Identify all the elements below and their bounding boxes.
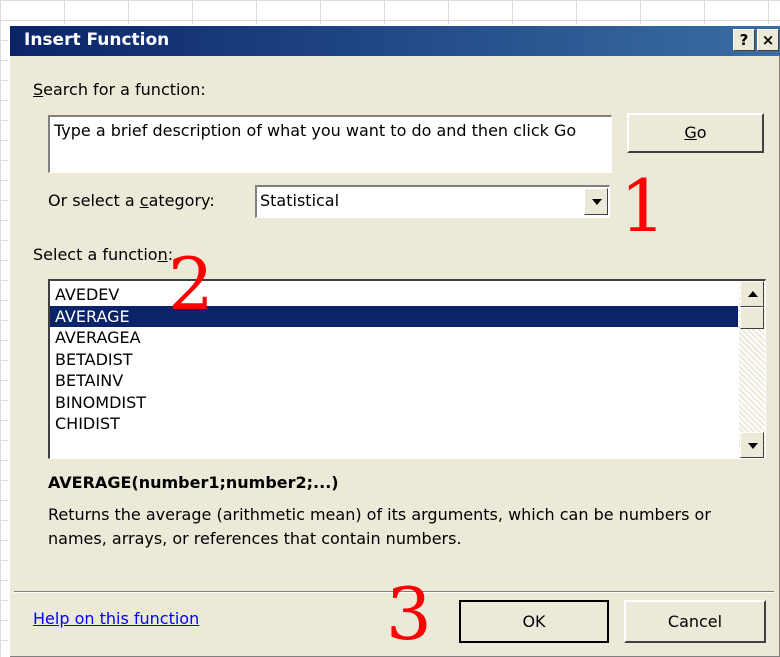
dialog-title: Insert Function (24, 30, 170, 50)
help-on-function-link[interactable]: Help on this function (33, 609, 199, 628)
function-list[interactable]: AVEDEV AVERAGE AVERAGEA BETADIST BETAINV… (48, 279, 766, 459)
function-list-items: AVEDEV AVERAGE AVERAGEA BETADIST BETAINV… (50, 284, 738, 435)
list-item[interactable]: AVEDEV (50, 284, 738, 306)
annotation-1: 1 (620, 164, 666, 248)
cancel-button[interactable]: Cancel (624, 600, 766, 643)
search-input[interactable]: Type a brief description of what you wan… (48, 115, 612, 173)
list-item[interactable]: BINOMDIST (50, 392, 738, 414)
search-label: Search for a function: (33, 80, 206, 99)
chevron-down-icon (592, 199, 602, 205)
function-list-label: Select a function: (33, 245, 174, 264)
go-button[interactable]: Go (627, 113, 764, 153)
category-value: Statistical (260, 191, 340, 210)
annotation-3: 3 (386, 572, 432, 656)
title-bar: Insert Function ? × (10, 26, 780, 56)
function-description: Returns the average (arithmetic mean) of… (48, 505, 711, 548)
close-button[interactable]: × (757, 29, 779, 51)
help-button[interactable]: ? (733, 29, 755, 51)
vertical-scrollbar[interactable] (739, 281, 765, 458)
arrow-up-icon (748, 291, 758, 297)
arrow-down-icon (748, 443, 758, 449)
list-item[interactable]: AVERAGEA (50, 327, 738, 349)
category-select[interactable]: Statistical (255, 185, 610, 218)
ok-button[interactable]: OK (459, 600, 609, 643)
list-item[interactable]: BETAINV (50, 370, 738, 392)
scroll-down-button[interactable] (740, 432, 764, 458)
list-item[interactable]: CHIDIST (50, 413, 738, 435)
annotation-2: 2 (168, 242, 214, 326)
list-item-selected[interactable]: AVERAGE (50, 305, 738, 327)
scroll-thumb[interactable] (740, 307, 764, 329)
function-signature: AVERAGE(number1;number2;...) (48, 473, 339, 492)
category-dropdown-button[interactable] (584, 188, 608, 215)
category-label: Or select a category: (48, 191, 215, 210)
scroll-up-button[interactable] (740, 281, 764, 307)
list-item[interactable]: BETADIST (50, 349, 738, 371)
